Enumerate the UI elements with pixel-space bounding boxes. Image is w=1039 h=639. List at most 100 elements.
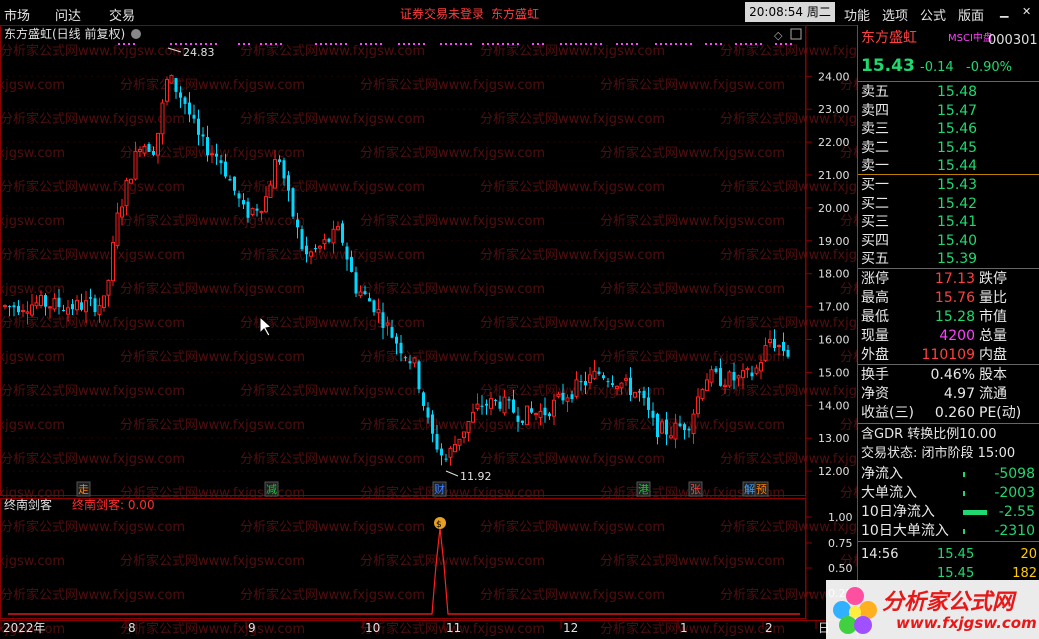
signal-dot <box>315 43 317 45</box>
menu-trade[interactable]: 交易 <box>109 5 135 24</box>
book-separator <box>858 174 1039 175</box>
chart-area[interactable]: 分析家公式网www.fxjgsw.com 分析家公式网www.fxjgsw.com… <box>0 25 857 639</box>
candle-body <box>440 448 443 456</box>
signal-dot <box>715 43 717 45</box>
price-tick-label: 18.00 <box>818 268 850 281</box>
money-bag-symbol: $ <box>436 520 442 530</box>
current-stock-name: 东方盛虹 <box>491 7 540 21</box>
login-notice[interactable]: 证券交易未登录 <box>400 5 484 22</box>
candle-body <box>318 245 322 249</box>
price-tick-label: 15.00 <box>818 366 850 379</box>
watermark-text: 分析家公式网www.fxjgsw.com <box>840 213 857 229</box>
candle-body <box>80 302 83 310</box>
price-tick-label: 20.00 <box>818 202 850 215</box>
event-tag[interactable]: 张 <box>688 481 703 497</box>
candle-body <box>12 305 16 308</box>
candle-body <box>57 297 61 308</box>
candle-body <box>745 368 750 371</box>
event-tag[interactable]: 减 <box>264 481 279 497</box>
chart-title-dropdown-icon[interactable] <box>131 29 141 39</box>
signal-dot <box>517 43 519 45</box>
watermark-text: 分析家公式网www.fxjgsw.com <box>840 349 857 365</box>
minimize-icon[interactable]: ▁ <box>1000 5 1008 18</box>
candle-body <box>17 305 20 313</box>
candle-body <box>147 144 151 153</box>
indicator-name[interactable]: 终南剑客 <box>4 497 52 512</box>
stat2-row: 净资 4.97 流通 <box>861 386 1007 402</box>
window-toggle-icon[interactable] <box>790 28 802 40</box>
candle-body <box>115 212 120 247</box>
candle-body <box>215 153 218 157</box>
watermark-text: 分析家公式网www.fxjgsw.com <box>120 213 305 229</box>
candle-body <box>543 407 547 416</box>
signal-dot <box>660 43 662 45</box>
menu-wenda[interactable]: 问达 <box>55 5 81 24</box>
candle-body <box>574 379 579 397</box>
signal-dot <box>626 43 628 45</box>
signal-dot <box>445 43 447 45</box>
event-tag[interactable]: 财 <box>432 481 447 497</box>
ask-row: 卖四 15.47 <box>861 102 978 119</box>
menu-options[interactable]: 选项 <box>882 5 908 24</box>
candle-body <box>507 399 511 401</box>
signal-dot <box>780 43 782 45</box>
watermark-text: 分析家公式网www.fxjgsw.com <box>600 281 785 297</box>
signal-dot <box>170 43 172 45</box>
bid-row: 买一 15.43 <box>861 177 978 193</box>
candle-body <box>660 421 664 434</box>
candle-body <box>341 223 344 243</box>
watermark-text: 分析家公式网www.fxjgsw.com <box>720 383 857 399</box>
event-tag[interactable]: 预 <box>754 481 769 497</box>
signal-dot <box>133 43 135 45</box>
candle-body <box>152 151 155 155</box>
watermark-text: 分析家公式网www.fxjgsw.com <box>480 179 665 195</box>
signal-dot <box>460 43 462 45</box>
menu-market[interactable]: 市场 <box>4 5 30 24</box>
close-icon[interactable]: ✕ <box>1022 5 1031 18</box>
date-tick-label: 1 <box>680 621 688 635</box>
candle-body <box>538 410 543 418</box>
signal-dot <box>532 43 534 45</box>
stat-row: 外盘 110109 内盘 <box>861 347 1007 363</box>
bid-row: 买四 15.40 <box>861 232 978 249</box>
event-tag[interactable]: 走 <box>76 481 91 497</box>
signal-dot <box>423 43 425 45</box>
price-tick-label: 22.00 <box>818 136 850 149</box>
signal-dot <box>735 43 737 45</box>
signal-dot <box>705 43 707 45</box>
signal-dot <box>375 43 377 45</box>
candle-body <box>264 196 268 213</box>
candle-body <box>354 272 358 294</box>
signal-dot <box>497 43 499 45</box>
candle-body <box>579 381 583 383</box>
signal-dot <box>180 43 182 45</box>
signal-dot <box>755 43 757 45</box>
watermark-text: 分析家公式网www.fxjgsw.com <box>120 77 305 93</box>
watermark-text: 分析家公式网www.fxjgsw.com <box>240 43 425 59</box>
event-tag[interactable]: 港 <box>636 481 651 497</box>
candle-body <box>462 431 466 438</box>
candle-body <box>111 242 115 282</box>
signal-dot <box>720 43 722 45</box>
menu-function[interactable]: 功能 <box>844 5 870 24</box>
candle-body <box>431 414 434 434</box>
signal-dot <box>487 43 489 45</box>
candle-body <box>71 304 74 310</box>
candle-body <box>485 403 488 406</box>
watermark-text: 分析家公式网www.fxjgsw.com <box>480 111 665 127</box>
diamond-icon[interactable]: ◇ <box>774 29 783 42</box>
candle-body <box>363 291 367 295</box>
signal-dot <box>616 43 618 45</box>
svg-text:走: 走 <box>78 483 89 496</box>
menu-layout[interactable]: 版面 <box>958 5 984 24</box>
event-tag[interactable]: 解 <box>742 481 757 497</box>
signal-dot <box>455 43 457 45</box>
signal-dot <box>175 43 177 45</box>
candle-body <box>8 306 11 308</box>
candle-body <box>89 297 92 299</box>
candle-body <box>174 78 178 92</box>
candle-body <box>268 184 273 198</box>
signal-dot <box>740 43 742 45</box>
signal-dot <box>118 43 120 45</box>
menu-formula[interactable]: 公式 <box>920 5 946 24</box>
